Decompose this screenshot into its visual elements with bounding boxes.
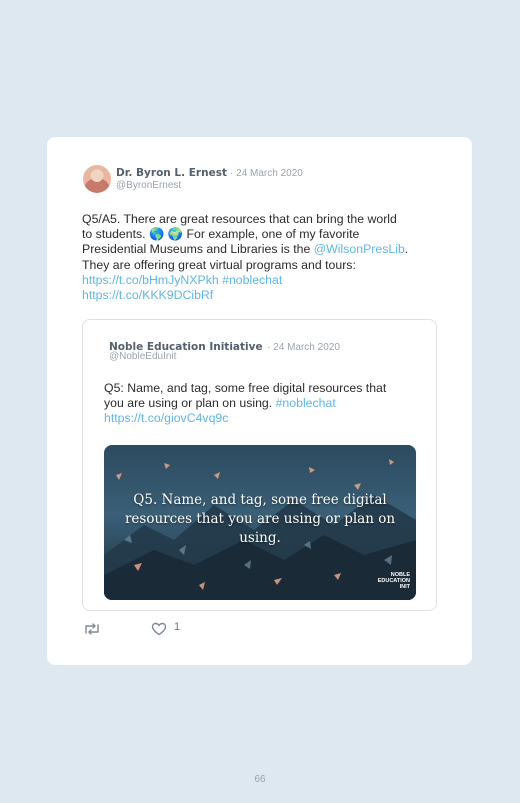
- mention-link[interactable]: @WilsonPresLib: [314, 242, 405, 256]
- tweet-text-line: They are offering great virtual programs…: [82, 257, 356, 272]
- tweet-text: Q5/A5. There are great resources that ca…: [82, 212, 447, 303]
- tweet-text-line: Presidential Museums and Libraries is th…: [82, 242, 314, 257]
- author-handle[interactable]: @ByronErnest: [116, 180, 181, 191]
- tweet-text-line: .: [404, 242, 409, 257]
- logo-line: INIT: [399, 584, 410, 590]
- heart-icon[interactable]: [151, 622, 167, 641]
- quoted-tweet[interactable]: Noble Education Initiative · 24 March 20…: [82, 319, 437, 611]
- tweet-text-line: For example, one of my favorite: [183, 227, 360, 242]
- quoted-handle[interactable]: @NobleEduInit: [109, 351, 176, 362]
- tweet-text-line: Q5/A5. There are great resources that ca…: [82, 212, 397, 226]
- avatar[interactable]: [83, 165, 111, 193]
- globe-emoji: 🌍: [167, 227, 184, 242]
- media-caption: Q5. Name, and tag, some free digital res…: [124, 492, 396, 546]
- author-name[interactable]: Dr. Byron L. Ernest: [116, 167, 227, 179]
- tweet-text-line: to students.: [82, 227, 149, 242]
- author-line: Dr. Byron L. Ernest · 24 March 2020: [116, 167, 303, 179]
- noble-education-logo: NOBLE EDUCATION INIT: [358, 572, 410, 594]
- url-link[interactable]: https://t.co/KKK9DCibRf: [82, 288, 213, 302]
- quoted-text: Q5: Name, and tag, some free digital res…: [104, 381, 424, 427]
- like-count: 1: [174, 621, 181, 633]
- tweet-date[interactable]: · 24 March 2020: [230, 168, 303, 179]
- hashtag-link[interactable]: #noblechat: [276, 396, 336, 410]
- tweet-card: Dr. Byron L. Ernest · 24 March 2020 @Byr…: [47, 137, 472, 665]
- quoted-text-line: you are using or plan on using.: [104, 396, 276, 411]
- url-link[interactable]: https://t.co/bHmJyNXPkh: [82, 273, 219, 287]
- quoted-text-line: Q5: Name, and tag, some free digital res…: [104, 381, 387, 395]
- globe-emoji: 🌎: [149, 227, 165, 242]
- retweet-icon[interactable]: [83, 622, 101, 641]
- page-number: 66: [254, 774, 266, 785]
- hashtag-link[interactable]: #noblechat: [222, 273, 282, 287]
- url-link[interactable]: https://t.co/giovC4vq9c: [104, 411, 228, 425]
- quoted-date[interactable]: · 24 March 2020: [267, 342, 340, 353]
- quoted-media-image[interactable]: Q5. Name, and tag, some free digital res…: [104, 445, 416, 600]
